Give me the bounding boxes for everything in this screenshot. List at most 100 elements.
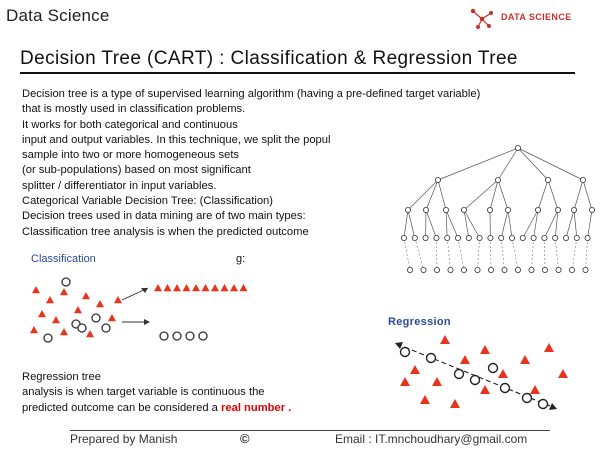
tree-edge bbox=[437, 147, 519, 181]
tree-edge bbox=[477, 237, 480, 271]
black-circle bbox=[43, 333, 53, 343]
tree-edge bbox=[414, 237, 424, 271]
red-triangle bbox=[558, 369, 568, 378]
classification-label: Classification bbox=[29, 253, 98, 265]
tree-node bbox=[422, 207, 429, 214]
tree-edge bbox=[445, 209, 448, 239]
tree-node bbox=[584, 235, 591, 242]
tree-node bbox=[488, 266, 495, 273]
black-circle bbox=[469, 374, 481, 386]
black-circle bbox=[91, 313, 101, 323]
tree-node bbox=[515, 145, 522, 151]
tree-node bbox=[579, 177, 586, 184]
tree-edge bbox=[463, 179, 499, 211]
tree-edge bbox=[497, 147, 519, 181]
classification-diagram bbox=[30, 277, 248, 343]
tree-node bbox=[476, 235, 483, 242]
footer-email: Email : IT.mnchoudhary@gmail.com bbox=[335, 432, 528, 446]
tree-node bbox=[554, 207, 561, 214]
black-circle bbox=[172, 331, 182, 341]
tree-node bbox=[455, 235, 462, 242]
bottom-line-prefix: predicted outcome can be considered a bbox=[22, 401, 222, 414]
title-underline bbox=[20, 72, 575, 74]
black-circle bbox=[185, 331, 195, 341]
red-triangle bbox=[420, 395, 430, 404]
bottom-text: Regression tree analysis is when target … bbox=[22, 370, 291, 416]
red-triangle bbox=[450, 399, 460, 408]
bottom-line: analysis is when target variable is cont… bbox=[22, 386, 265, 399]
tree-edge bbox=[437, 179, 447, 211]
tree-edge bbox=[547, 179, 559, 211]
tree-node bbox=[505, 207, 512, 214]
tree-node bbox=[570, 207, 577, 214]
red-triangle bbox=[530, 385, 540, 394]
red-triangle bbox=[182, 284, 191, 292]
tree-edge bbox=[445, 209, 459, 239]
black-circle bbox=[487, 362, 499, 374]
header: Data Science DATA SCIENCE bbox=[0, 0, 602, 36]
tree-edge bbox=[573, 179, 584, 211]
tree-node bbox=[433, 235, 440, 242]
tree-edge bbox=[517, 147, 549, 181]
tree-node bbox=[405, 207, 411, 214]
tree-edge bbox=[489, 179, 499, 211]
arrow-right-icon bbox=[144, 319, 150, 325]
black-circle bbox=[61, 277, 71, 287]
tree-edge bbox=[500, 237, 505, 271]
red-triangle bbox=[60, 328, 68, 336]
tree-node bbox=[588, 207, 595, 214]
tree-node bbox=[435, 177, 442, 184]
black-circle bbox=[537, 398, 549, 410]
red-triangle bbox=[211, 284, 219, 292]
tree-node bbox=[515, 266, 522, 273]
red-triangle bbox=[154, 284, 162, 292]
tree-edge bbox=[587, 209, 593, 239]
black-circle bbox=[399, 346, 411, 358]
tree-edge bbox=[544, 237, 546, 271]
red-triangle bbox=[32, 286, 40, 294]
red-triangle bbox=[46, 296, 54, 304]
red-triangle bbox=[520, 355, 530, 364]
red-triangle bbox=[480, 385, 490, 394]
tree-edge bbox=[446, 237, 451, 271]
slide-title: Decision Tree (CART) : Classification & … bbox=[20, 48, 518, 69]
bottom-line: predicted outcome can be considered a re… bbox=[22, 401, 291, 416]
black-circle bbox=[453, 368, 465, 380]
black-circle bbox=[198, 331, 208, 341]
red-triangle bbox=[192, 284, 200, 292]
tree-node bbox=[487, 235, 494, 242]
tree-node bbox=[487, 207, 494, 214]
tree-node bbox=[495, 177, 502, 184]
body-line: that is mostly used in classification pr… bbox=[22, 103, 246, 116]
red-triangle bbox=[86, 330, 94, 338]
tree-node bbox=[411, 235, 418, 242]
data-science-logo-icon bbox=[470, 8, 493, 29]
black-circle bbox=[521, 392, 533, 404]
tree-node bbox=[541, 235, 548, 242]
tree-node bbox=[555, 266, 562, 273]
tree-node bbox=[422, 235, 429, 242]
red-triangle bbox=[173, 284, 181, 292]
red-triangle bbox=[74, 306, 82, 314]
tree-node bbox=[444, 235, 451, 242]
bottom-line: Regression tree bbox=[22, 371, 101, 383]
tree-edge bbox=[436, 237, 438, 271]
decision-tree-diagram bbox=[401, 145, 595, 273]
tree-node bbox=[519, 235, 526, 242]
tree-node bbox=[406, 266, 413, 273]
tree-edge bbox=[403, 237, 411, 271]
red-triangle bbox=[108, 314, 116, 322]
red-triangle bbox=[52, 316, 60, 324]
tree-node bbox=[461, 266, 468, 273]
tree-node bbox=[465, 235, 472, 242]
tree-node bbox=[443, 207, 450, 214]
tree-edge bbox=[554, 237, 559, 271]
tree-edge bbox=[511, 237, 519, 271]
copyright-icon: © bbox=[240, 431, 250, 446]
tree-node bbox=[573, 235, 580, 242]
regression-scatter-diagram bbox=[395, 335, 568, 410]
red-triangle bbox=[480, 345, 490, 354]
arrow-head-icon bbox=[549, 403, 557, 410]
tree-edge bbox=[500, 209, 509, 239]
tree-edge bbox=[407, 209, 416, 239]
